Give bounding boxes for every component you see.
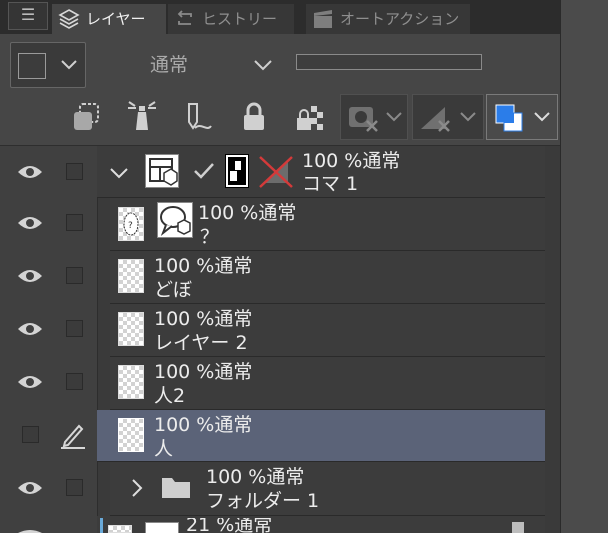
folder-icon [162, 478, 190, 498]
ruler-menu-button[interactable] [412, 94, 484, 140]
chevron-down-icon[interactable] [108, 164, 130, 182]
layer-opacity-mode: 100 %通常 [206, 466, 304, 488]
layer-name: フォルダー 1 [206, 490, 320, 512]
svg-text:?: ? [128, 221, 133, 231]
layer-color-icon [495, 104, 523, 132]
lock-icon[interactable] [237, 100, 271, 134]
layer-mode: 通常 [214, 414, 253, 436]
eye-icon[interactable] [17, 213, 43, 233]
layer-opacity-mode: 100 %通常 [154, 255, 252, 277]
chevron-down-icon [61, 60, 77, 70]
layer-opacity: 100 % [154, 361, 215, 383]
frame-mask-thumbnail [225, 154, 249, 188]
layer-check[interactable] [66, 214, 83, 231]
layer-name: レイヤー 2 [154, 332, 248, 354]
eye-icon[interactable] [17, 528, 43, 533]
layer-thumbnail [118, 418, 144, 452]
pen-edit-icon [61, 424, 85, 449]
tab-history-label: ヒストリー [202, 10, 278, 28]
layer-mode: 通常 [258, 202, 297, 224]
layer-expression-color-button[interactable] [10, 42, 86, 88]
layer-thumbnail [118, 365, 144, 399]
layer-check[interactable] [66, 320, 83, 337]
eye-icon[interactable] [17, 478, 43, 498]
layer-check[interactable] [66, 373, 83, 390]
reference-layer-icon[interactable] [125, 100, 159, 134]
layer-mode: 通常 [214, 361, 253, 383]
balloon-layer-icon [157, 202, 193, 238]
checkmark-icon[interactable] [192, 160, 216, 182]
layer-name: どぼ [154, 279, 193, 301]
layer-opacity: 100 % [302, 150, 363, 172]
frame-folder-icon [145, 522, 179, 533]
layer-opacity: 100 % [198, 202, 259, 224]
layer-thumbnail [118, 259, 144, 293]
frame-folder-icon [145, 154, 179, 188]
eye-icon[interactable] [17, 372, 43, 392]
chevron-down-icon [386, 112, 402, 122]
layer-opacity: 100 % [206, 466, 267, 488]
tab-auto-action[interactable]: オートアクション [306, 4, 470, 34]
layer-check[interactable] [66, 267, 83, 284]
mask-menu-button[interactable] [340, 94, 408, 140]
tab-layer-label: レイヤー [86, 10, 146, 28]
chevron-down-icon [534, 112, 550, 122]
auto-action-icon [314, 10, 332, 28]
selection-indicator [100, 518, 103, 533]
layer-thumbnail [108, 525, 132, 533]
layer-mode: 通常 [266, 466, 305, 488]
history-icon [177, 10, 192, 25]
layer-mode: 通常 [214, 255, 253, 277]
layer-mode: 通常 [214, 308, 253, 330]
layer-mode: 通常 [362, 150, 401, 172]
layer-lock-indicator [512, 522, 524, 533]
blend-mode-value: 通常 [150, 54, 189, 76]
layer-mode: 通常 [234, 518, 273, 533]
blend-mode-select[interactable]: 通常 [92, 42, 286, 88]
draft-layer-icon[interactable] [181, 100, 215, 134]
layer-check[interactable] [66, 163, 83, 180]
tab-history[interactable]: ヒストリー [168, 4, 294, 34]
layer-opacity: 100 % [154, 255, 215, 277]
layer-opacity: 100 % [154, 414, 215, 436]
layer-check[interactable] [66, 479, 83, 496]
mask-menu-icon [349, 107, 378, 132]
layer-opacity-mode: 100 %通常 [154, 414, 252, 436]
ruler-menu-icon [421, 107, 450, 132]
clipping-icon[interactable] [70, 100, 104, 134]
chevron-down-icon [254, 60, 272, 71]
layer-gutter [0, 146, 98, 533]
hamburger-menu-icon[interactable]: ☰ [8, 2, 48, 30]
eye-icon[interactable] [17, 319, 43, 339]
layer-opacity-mode: 100 %通常 [198, 202, 296, 224]
layer-opacity: 100 % [154, 308, 215, 330]
visibility-toggle-off[interactable] [22, 426, 39, 443]
layer-opacity-mode: 21 %通常 [186, 518, 272, 533]
tab-auto-action-label: オートアクション [340, 10, 460, 28]
layer-thumbnail [118, 312, 144, 346]
layer-name: コマ 1 [302, 173, 359, 195]
layer-opacity: 21 % [186, 518, 235, 533]
chevron-right-icon[interactable] [128, 476, 146, 500]
chevron-down-icon [460, 112, 476, 122]
canvas-edge [560, 0, 608, 533]
layer-name: 人 [154, 438, 174, 460]
layer-name: ？ [200, 226, 220, 248]
eye-icon[interactable] [17, 266, 43, 286]
eye-icon[interactable] [17, 162, 43, 182]
opacity-slider[interactable] [296, 54, 482, 70]
layer-color-button[interactable] [486, 94, 558, 140]
lock-transparency-icon[interactable] [293, 100, 327, 134]
layer-name: 人2 [154, 385, 186, 407]
tab-layer[interactable]: レイヤー [52, 4, 166, 34]
layer-thumbnail: ? [118, 207, 144, 241]
color-swatch [18, 53, 46, 79]
layer-opacity-mode: 100 %通常 [154, 308, 252, 330]
layer-opacity-mode: 100 %通常 [154, 361, 252, 383]
ruler-disabled-icon[interactable] [258, 155, 294, 189]
layers-icon [58, 9, 80, 29]
layer-opacity-mode: 100 %通常 [302, 150, 400, 172]
